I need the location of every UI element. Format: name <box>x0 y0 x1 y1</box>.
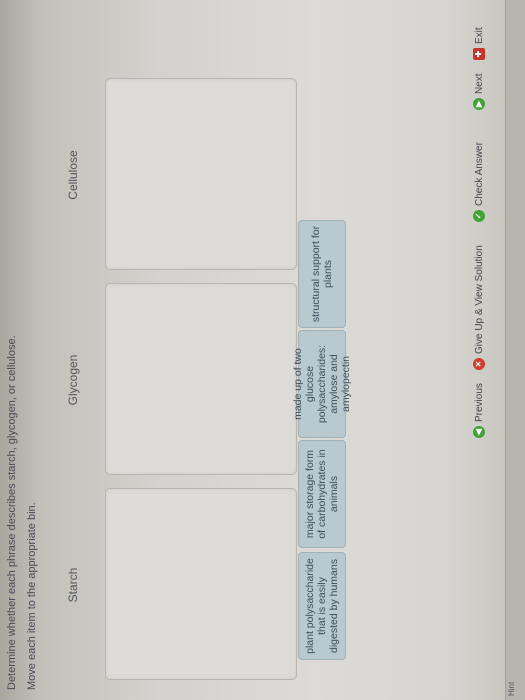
next-label: Next <box>473 73 485 94</box>
give-up-button[interactable]: ✕ Give Up & View Solution <box>470 245 488 370</box>
previous-button[interactable]: ◀ Previous <box>470 383 488 438</box>
next-button[interactable]: ▶ Next <box>470 73 488 110</box>
draggable-item-major-storage[interactable]: major storage form of carbohydrates in a… <box>298 440 346 548</box>
instruction-subtext: Move each item to the appropriate bin. <box>26 502 38 690</box>
exit-label: Exit <box>473 27 485 44</box>
check-answer-button[interactable]: ✓ Check Answer <box>470 142 488 222</box>
hint-tab[interactable]: Hint <box>507 682 516 696</box>
bottom-strip <box>505 0 525 700</box>
exit-button[interactable]: ✚ Exit <box>470 27 488 60</box>
draggable-item-two-glucose-polysaccharides[interactable]: made up of two glucose polysaccharides: … <box>292 330 352 438</box>
check-answer-label: Check Answer <box>473 142 485 206</box>
arrow-right-icon: ▶ <box>473 98 485 110</box>
bin-starch[interactable] <box>105 488 297 680</box>
draggable-item-plant-polysaccharide[interactable]: plant polysaccharide that is easily dige… <box>298 552 346 660</box>
instruction-text: Determine whether each phrase describes … <box>6 335 18 690</box>
arrow-left-icon: ◀ <box>473 426 485 438</box>
previous-label: Previous <box>473 383 485 422</box>
bin-label-glycogen: Glycogen <box>66 354 80 406</box>
exit-icon: ✚ <box>473 48 485 60</box>
draggable-item-structural-support[interactable]: structural support for plants <box>298 220 346 328</box>
bin-label-starch: Starch <box>66 567 80 603</box>
bin-label-cellulose: Cellulose <box>66 150 80 200</box>
x-circle-icon: ✕ <box>473 358 485 370</box>
bin-glycogen[interactable] <box>105 283 297 475</box>
sorting-activity-panel: Determine whether each phrase describes … <box>0 0 525 700</box>
give-up-label: Give Up & View Solution <box>473 245 485 354</box>
bin-cellulose[interactable] <box>105 78 297 270</box>
check-circle-icon: ✓ <box>473 210 485 222</box>
